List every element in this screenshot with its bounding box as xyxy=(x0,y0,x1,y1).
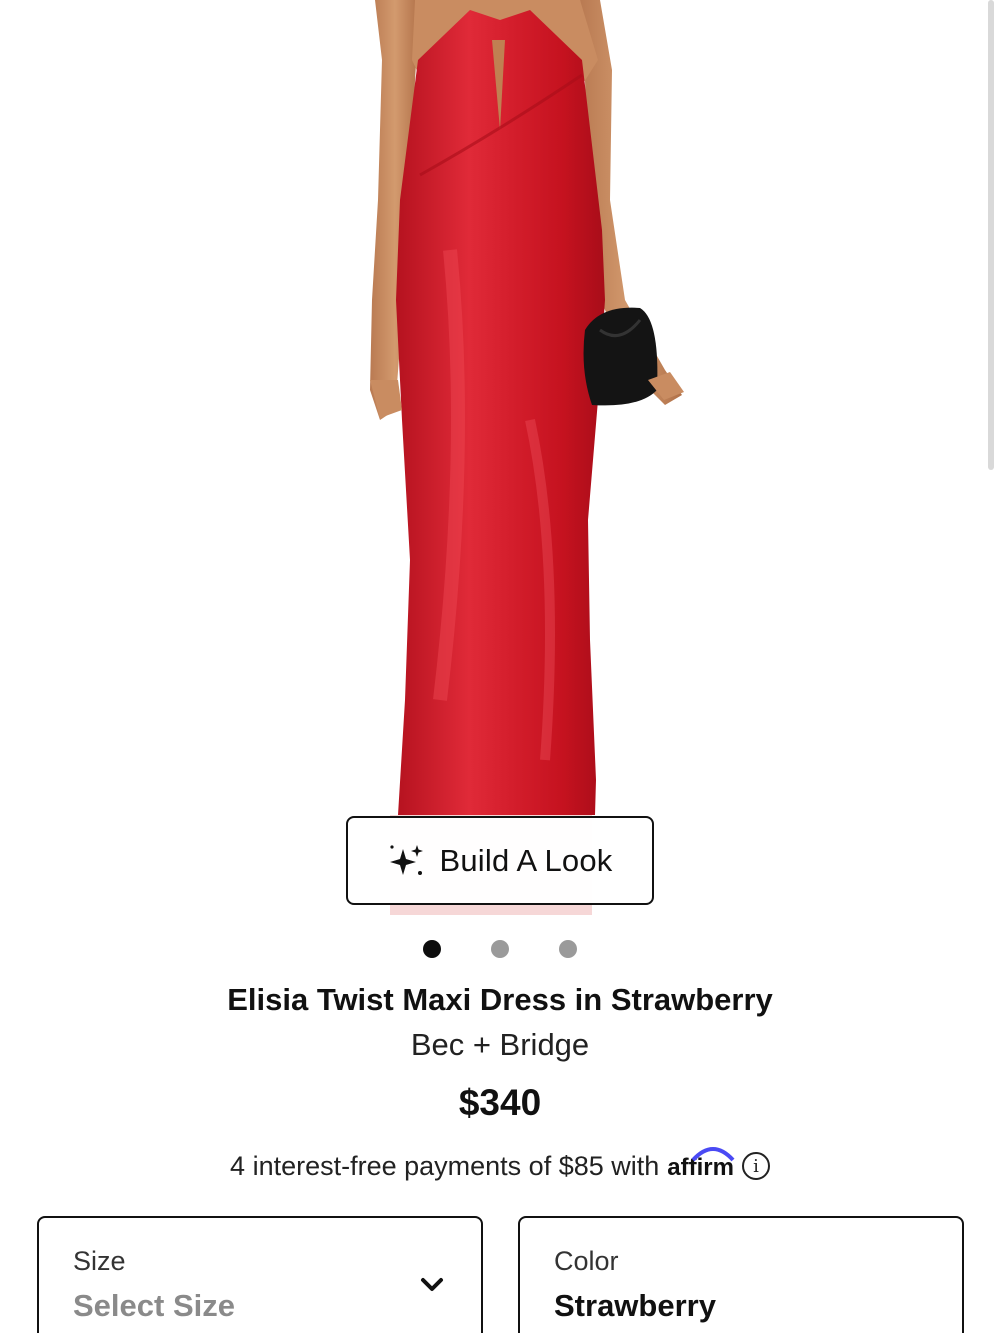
product-title: Elisia Twist Maxi Dress in Strawberry xyxy=(227,982,773,1017)
product-brand[interactable]: Bec + Bridge xyxy=(0,1027,1000,1063)
size-select[interactable]: Size Select Size xyxy=(37,1216,483,1333)
info-icon[interactable]: i xyxy=(741,1152,770,1180)
product-image[interactable] xyxy=(0,0,1000,915)
affirm-logo: affirm xyxy=(667,1147,735,1182)
size-label: Size xyxy=(73,1246,126,1276)
chevron-down-icon xyxy=(421,1278,443,1291)
carousel-dot-2[interactable] xyxy=(491,940,509,958)
build-a-look-button[interactable]: Build A Look xyxy=(346,816,654,905)
dress-illustration xyxy=(370,0,684,915)
color-select[interactable]: Color Strawberry xyxy=(518,1216,964,1333)
sparkles-icon xyxy=(390,844,424,875)
financing-text: 4 interest-free payments of $85 with xyxy=(230,1150,660,1181)
carousel-dots xyxy=(0,940,1000,958)
product-price: $340 xyxy=(458,1082,542,1123)
scrollbar[interactable] xyxy=(988,0,994,470)
size-value: Select Size xyxy=(73,1288,235,1323)
financing-row: 4 interest-free payments of $85 with aff… xyxy=(0,1147,1000,1182)
color-label: Color xyxy=(554,1246,619,1276)
color-value: Strawberry xyxy=(554,1288,716,1323)
carousel-dot-3[interactable] xyxy=(559,940,577,958)
carousel-dot-1[interactable] xyxy=(423,940,441,958)
build-a-look-label: Build A Look xyxy=(439,842,613,878)
